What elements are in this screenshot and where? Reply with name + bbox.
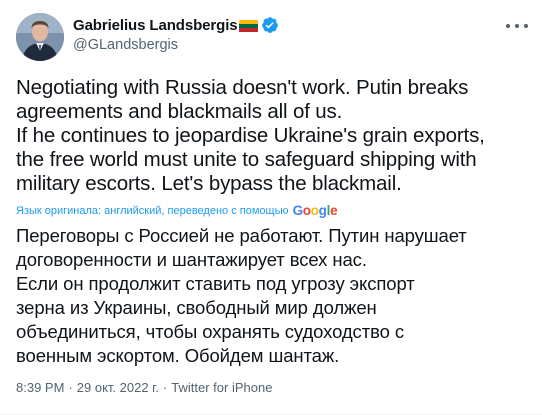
translated-line: Если он продолжит ставить под угрозу экс… bbox=[16, 273, 415, 294]
author-handle[interactable]: @GLandsbergis bbox=[73, 37, 178, 53]
tweet-text: Negotiating with Russia doesn't work. Pu… bbox=[16, 76, 531, 196]
tweet-time[interactable]: 8:39 PM bbox=[16, 380, 64, 395]
translated-line: объединиться, чтобы охранять судоходство… bbox=[16, 321, 404, 342]
tweet-line: military escorts. Let's bypass the black… bbox=[16, 172, 402, 195]
tweet-line: Negotiating with Russia doesn't work. Pu… bbox=[16, 76, 469, 99]
tweet-source[interactable]: Twitter for iPhone bbox=[171, 380, 272, 395]
lithuania-flag-icon bbox=[238, 19, 258, 32]
google-logo: Google bbox=[292, 203, 338, 218]
more-options-icon[interactable] bbox=[506, 18, 528, 34]
author-name-row[interactable]: Gabrielius Landsbergis bbox=[73, 15, 279, 35]
translated-text: Переговоры с Россией не работают. Путин … bbox=[16, 224, 531, 368]
translated-line: договоренности и шантажирует всех нас. bbox=[16, 249, 367, 270]
avatar-image bbox=[16, 13, 64, 61]
avatar[interactable] bbox=[16, 13, 64, 61]
translation-notice[interactable]: Язык оригинала: английский, переведено с… bbox=[16, 203, 338, 218]
translation-notice-text[interactable]: Язык оригинала: английский, переведено с… bbox=[16, 205, 289, 217]
tweet-date[interactable]: 29 окт. 2022 г. bbox=[77, 380, 159, 395]
tweet-line: the free world must unite to safeguard s… bbox=[16, 148, 477, 171]
translated-line: зерна из Украины, свободный мир должен bbox=[16, 297, 377, 318]
author-display-name[interactable]: Gabrielius Landsbergis bbox=[73, 17, 238, 34]
tweet-line: agreements and blackmails all of us. bbox=[16, 100, 343, 123]
translated-line: военным эскортом. Обойдем шантаж. bbox=[16, 345, 340, 366]
tweet-meta: 8:39 PM · 29 окт. 2022 г. · Twitter for … bbox=[16, 380, 272, 395]
verified-badge-icon bbox=[261, 16, 279, 34]
meta-separator: · bbox=[162, 380, 168, 395]
translated-line: Переговоры с Россией не работают. Путин … bbox=[16, 225, 467, 246]
tweet-line: If he continues to jeopardise Ukraine's … bbox=[16, 124, 485, 147]
tweet-card: Gabrielius Landsbergis @GLandsbergis Neg… bbox=[0, 0, 542, 415]
meta-separator: · bbox=[68, 380, 73, 395]
